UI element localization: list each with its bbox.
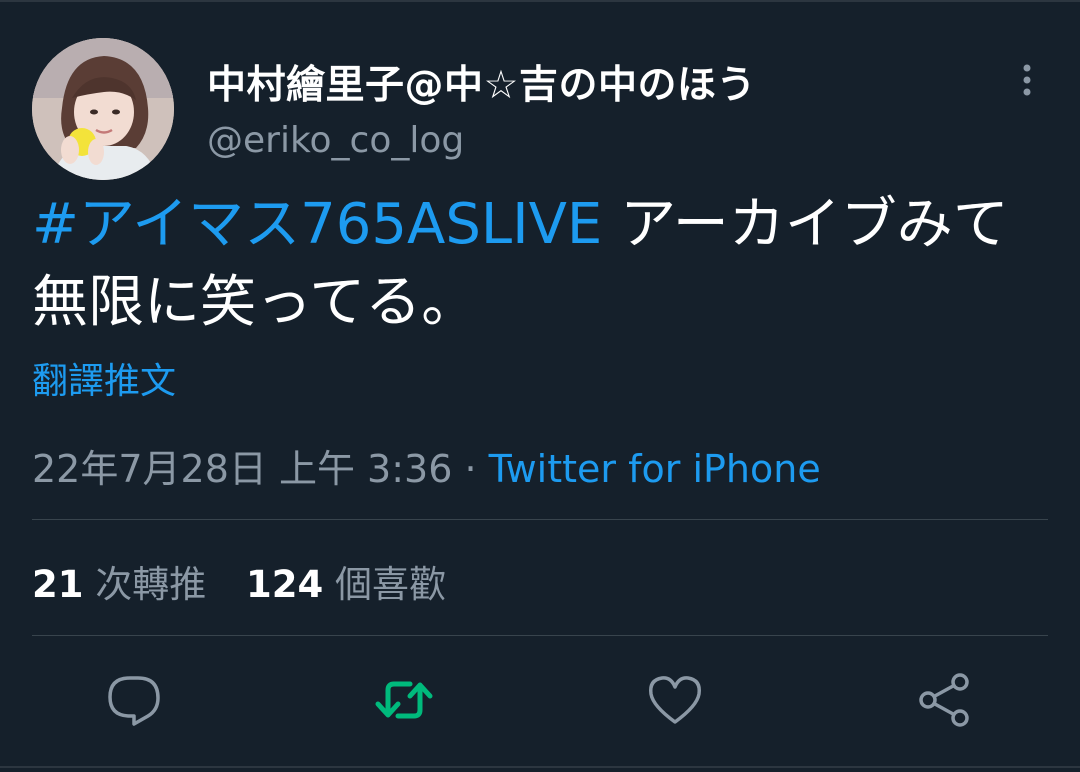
more-options-icon[interactable] (1012, 60, 1042, 100)
author-display-name[interactable]: 中村繪里子@中☆吉の中のほう (207, 54, 756, 110)
meta-separator: · (464, 447, 477, 491)
reply-button[interactable] (104, 670, 164, 730)
tweet-timestamp[interactable]: 22年7月28日 上午 3:36 (32, 447, 452, 491)
likes-count: 124 (246, 563, 324, 606)
tweet-text: #アイマス765ASLIVE アーカイブみて無限に笑ってる。 (32, 186, 1022, 342)
likes-label: 個喜歡 (335, 563, 447, 606)
translate-tweet-link[interactable]: 翻譯推文 (32, 352, 176, 404)
divider (32, 519, 1048, 520)
bottom-border (0, 766, 1080, 768)
avatar[interactable] (32, 38, 174, 180)
like-icon (648, 676, 702, 724)
avatar-photo (32, 38, 174, 180)
tweet-detail: 中村繪里子@中☆吉の中のほう @eriko_co_log #アイマス765ASL… (0, 0, 1080, 772)
hashtag-link[interactable]: #アイマス765ASLIVE (32, 192, 602, 257)
retweet-button[interactable] (374, 670, 434, 730)
likes-stat[interactable]: 124 個喜歡 (246, 554, 446, 608)
like-button[interactable] (645, 670, 705, 730)
author-handle[interactable]: @eriko_co_log (207, 120, 464, 161)
share-icon (919, 673, 969, 727)
reply-icon (108, 676, 160, 726)
retweets-label: 次轉推 (95, 563, 207, 606)
divider (32, 635, 1048, 636)
tweet-metadata: 22年7月28日 上午 3:36 · Twitter for iPhone (32, 438, 821, 493)
retweets-stat[interactable]: 21 次轉推 (32, 554, 206, 608)
retweets-count: 21 (32, 563, 84, 606)
share-button[interactable] (915, 670, 975, 730)
tweet-source-link[interactable]: Twitter for iPhone (489, 447, 821, 491)
retweet-icon (375, 681, 433, 719)
engagement-stats: 21 次轉推 124 個喜歡 (32, 554, 446, 608)
